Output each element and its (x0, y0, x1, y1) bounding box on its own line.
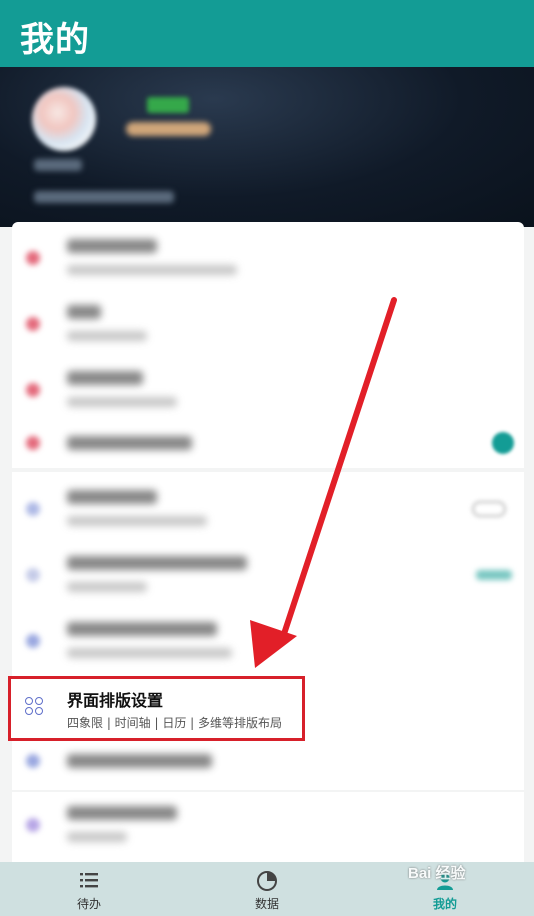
settings-item-blurred[interactable] (12, 410, 524, 476)
layout-settings-label: 界面排版设置 (67, 691, 164, 710)
item-icon (26, 383, 40, 397)
page-title: 我的 (20, 20, 90, 60)
vip-badge (147, 97, 189, 113)
settings-item-blurred[interactable] (12, 542, 524, 608)
item-sub-blurred (67, 832, 127, 842)
tab-todo[interactable]: 待办 (0, 862, 178, 916)
item-label-blurred (67, 371, 143, 385)
item-label-blurred (67, 305, 101, 319)
settings-item-blurred[interactable] (12, 792, 524, 858)
item-label-blurred (67, 436, 192, 450)
signature-blurred (34, 191, 174, 203)
item-label-blurred (67, 239, 157, 253)
item-icon (26, 317, 40, 331)
username-blurred (34, 159, 82, 171)
layout-settings-item[interactable]: 界面排版设置 四象限 | 时间轴 | 日历 | 多维等排版布局 (8, 676, 305, 741)
item-icon (26, 436, 40, 450)
item-sub-blurred (67, 648, 232, 658)
item-sub-blurred (67, 516, 207, 526)
membership-tag (126, 122, 211, 136)
app-header: 我的 (0, 0, 534, 67)
settings-item-blurred[interactable] (12, 608, 524, 674)
layout-settings-subtitle: 四象限 | 时间轴 | 日历 | 多维等排版布局 (67, 716, 283, 730)
item-sub-blurred (67, 582, 147, 592)
item-label-blurred (67, 806, 177, 820)
item-icon (26, 634, 40, 648)
item-icon (26, 502, 40, 516)
item-icon (26, 818, 40, 832)
settings-item-blurred[interactable] (12, 476, 524, 542)
item-sub-blurred (67, 265, 237, 275)
item-icon (26, 568, 40, 582)
item-label-blurred (67, 556, 247, 570)
tab-label: 数据 (254, 897, 279, 911)
status-tag (476, 570, 512, 580)
item-label-blurred (67, 622, 217, 636)
tab-label: 我的 (432, 897, 457, 911)
tab-label: 待办 (76, 897, 101, 911)
item-sub-blurred (67, 331, 147, 341)
pie-chart-icon (257, 871, 277, 891)
watermark: Bai 经验 (408, 865, 466, 882)
profile-card[interactable] (0, 67, 534, 227)
item-label-blurred (67, 490, 157, 504)
settings-item-blurred[interactable] (12, 225, 524, 291)
notification-badge (492, 432, 514, 454)
list-icon (80, 873, 98, 888)
settings-item-blurred[interactable] (12, 291, 524, 357)
item-label-blurred (67, 754, 212, 768)
grid-icon (25, 697, 45, 717)
tab-data[interactable]: 数据 (178, 862, 356, 916)
item-sub-blurred (67, 397, 177, 407)
item-icon (26, 754, 40, 768)
toggle-switch[interactable] (472, 501, 506, 517)
item-icon (26, 251, 40, 265)
avatar[interactable] (32, 87, 96, 151)
